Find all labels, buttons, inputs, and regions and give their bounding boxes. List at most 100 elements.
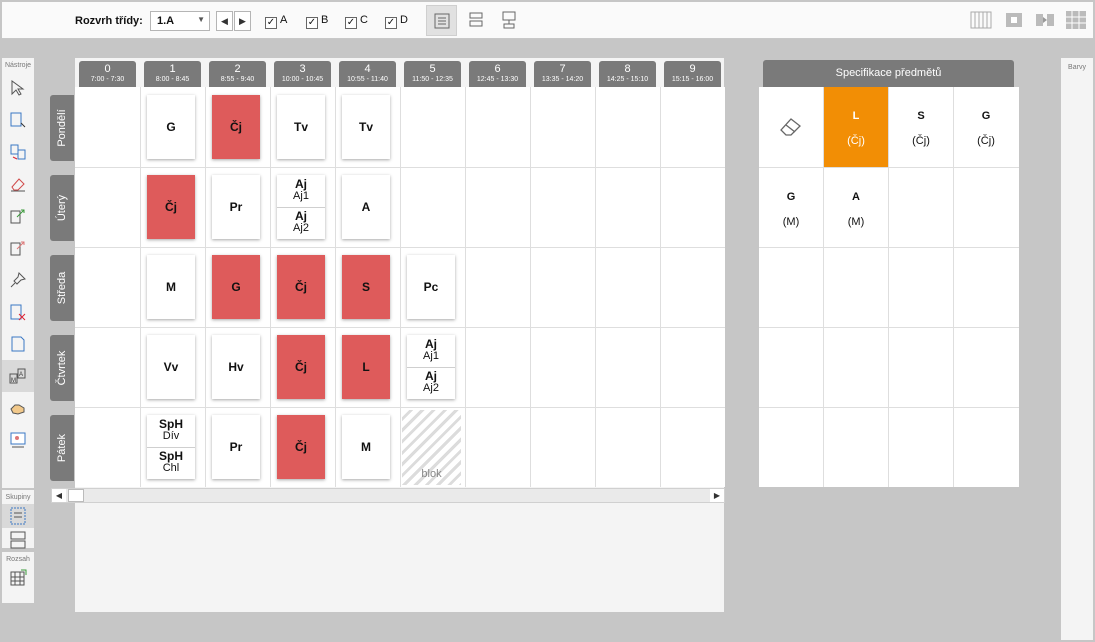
lesson-card-conflict[interactable]: Čj bbox=[277, 415, 325, 479]
split-lesson-card[interactable]: SpH Dív SpH Chl bbox=[147, 415, 195, 479]
move-card-icon bbox=[10, 112, 26, 128]
new-card-tool-button[interactable] bbox=[2, 328, 34, 360]
delete-card-tool-button[interactable] bbox=[2, 296, 34, 328]
transfer-icon[interactable] bbox=[1034, 10, 1056, 30]
eraser-icon bbox=[780, 118, 801, 136]
spec-item[interactable]: A (M) bbox=[824, 168, 888, 248]
split-lesson-card[interactable]: Aj Aj1 Aj Aj2 bbox=[407, 335, 455, 399]
day-header-tuesday: Úterý bbox=[50, 175, 74, 241]
lesson-card[interactable]: Vv bbox=[147, 335, 195, 399]
class-select[interactable]: 1.A ▼ bbox=[150, 11, 210, 31]
spec-eraser-button[interactable] bbox=[759, 87, 823, 167]
merge-icon[interactable] bbox=[1003, 10, 1025, 30]
split-lesson-card[interactable]: Aj Aj1 Aj Aj2 bbox=[277, 175, 325, 239]
cursor-icon bbox=[11, 80, 25, 96]
lesson-card[interactable]: M bbox=[342, 415, 390, 479]
prev-class-button[interactable]: ◀ bbox=[216, 11, 233, 31]
tools-section: Nástroje MA bbox=[2, 58, 34, 488]
groups-section-label: Skupiny bbox=[5, 494, 31, 501]
period-header-8: 8 14:25 - 15:10 bbox=[599, 61, 656, 87]
lesson-card-conflict[interactable]: Čj bbox=[147, 175, 195, 239]
view-list-button[interactable] bbox=[426, 5, 457, 36]
eraser-icon bbox=[11, 178, 25, 192]
checkmark-icon: ✓ bbox=[385, 17, 397, 29]
lesson-card[interactable]: G bbox=[147, 95, 195, 159]
view-groups-button[interactable] bbox=[461, 5, 492, 36]
assign-all-icon bbox=[10, 241, 25, 256]
range-grid-icon bbox=[10, 569, 27, 586]
spec-tool-button[interactable]: MA bbox=[2, 360, 34, 392]
lesson-card[interactable]: Pr bbox=[212, 415, 260, 479]
day-header-friday: Pátek bbox=[50, 415, 74, 481]
period-header-1: 1 8:00 - 8:45 bbox=[144, 61, 201, 87]
period-header-9: 9 15:15 - 16:00 bbox=[664, 61, 721, 87]
teacher-tool-button[interactable] bbox=[2, 424, 34, 456]
colors-panel-label: Barvy bbox=[1068, 64, 1086, 71]
scroll-left-button[interactable]: ◀ bbox=[52, 489, 66, 502]
group-b-checkbox[interactable]: ✓ B bbox=[306, 14, 328, 29]
swap-tool-button[interactable] bbox=[2, 136, 34, 168]
tools-panel: Nástroje MA Skupiny Rozsah bbox=[2, 58, 34, 603]
period-header-5: 5 11:50 - 12:35 bbox=[404, 61, 461, 87]
lesson-card-conflict[interactable]: Čj bbox=[277, 255, 325, 319]
groups-tool-button[interactable] bbox=[2, 504, 34, 528]
hand-tool-button[interactable] bbox=[2, 392, 34, 424]
lesson-card[interactable]: Tv bbox=[342, 95, 390, 159]
assign-all-tool-button[interactable] bbox=[2, 232, 34, 264]
day-header-wednesday: Středa bbox=[50, 255, 74, 321]
lesson-card[interactable]: A bbox=[342, 175, 390, 239]
period-header-6: 6 12:45 - 13:30 bbox=[469, 61, 526, 87]
lesson-card-conflict[interactable]: G bbox=[212, 255, 260, 319]
class-select-value: 1.A bbox=[157, 15, 175, 27]
lesson-card[interactable]: Pr bbox=[212, 175, 260, 239]
group-a-checkbox[interactable]: ✓ A bbox=[265, 14, 287, 29]
group-select-icon bbox=[10, 507, 26, 525]
assign-tool-button[interactable] bbox=[2, 200, 34, 232]
lesson-card[interactable]: Pc bbox=[407, 255, 455, 319]
lesson-card-conflict[interactable]: S bbox=[342, 255, 390, 319]
spec-item[interactable]: S (Čj) bbox=[889, 87, 953, 167]
erase-tool-button[interactable] bbox=[2, 168, 34, 200]
subject-spec-icon: MA bbox=[9, 368, 26, 384]
lesson-card[interactable]: Hv bbox=[212, 335, 260, 399]
select-tool-button[interactable] bbox=[2, 72, 34, 104]
chevron-down-icon: ▼ bbox=[197, 15, 205, 24]
lesson-card[interactable]: M bbox=[147, 255, 195, 319]
blocked-slot[interactable]: blok bbox=[402, 410, 461, 485]
scroll-right-button[interactable]: ▶ bbox=[710, 489, 724, 502]
list-view-icon bbox=[434, 13, 450, 29]
lesson-card-conflict[interactable]: L bbox=[342, 335, 390, 399]
groups-section: Skupiny bbox=[2, 490, 34, 549]
groups-split-tool-button[interactable] bbox=[2, 528, 34, 552]
spec-item[interactable]: G (M) bbox=[759, 168, 823, 248]
checkmark-icon: ✓ bbox=[306, 17, 318, 29]
day-header-monday: Pondělí bbox=[50, 95, 74, 161]
lesson-card-conflict[interactable]: Čj bbox=[277, 335, 325, 399]
view-split-button[interactable] bbox=[494, 5, 525, 36]
horizontal-scrollbar[interactable]: ◀ ▶ bbox=[51, 488, 725, 503]
lesson-card[interactable]: Tv bbox=[277, 95, 325, 159]
teacher-board-icon bbox=[10, 432, 26, 448]
move-tool-button[interactable] bbox=[2, 104, 34, 136]
pin-tool-button[interactable] bbox=[2, 264, 34, 296]
group-d-checkbox[interactable]: ✓ D bbox=[385, 14, 408, 29]
lesson-card-conflict[interactable]: Čj bbox=[212, 95, 260, 159]
columns-icon[interactable] bbox=[970, 10, 992, 30]
svg-text:A: A bbox=[19, 372, 23, 378]
period-header-3: 3 10:00 - 10:45 bbox=[274, 61, 331, 87]
next-class-button[interactable]: ▶ bbox=[234, 11, 251, 31]
spec-item[interactable]: G (Čj) bbox=[954, 87, 1018, 167]
class-schedule-label: Rozvrh třídy: bbox=[75, 15, 143, 27]
grid-icon[interactable] bbox=[1065, 10, 1087, 30]
day-header-thursday: Čtvrtek bbox=[50, 335, 74, 401]
tools-section-label: Nástroje bbox=[4, 62, 32, 69]
group-c-checkbox[interactable]: ✓ C bbox=[345, 14, 368, 29]
period-header-0: 0 7:00 - 7:30 bbox=[79, 61, 136, 87]
period-header-7: 7 13:35 - 14:20 bbox=[534, 61, 591, 87]
split-view-icon bbox=[502, 11, 516, 29]
scroll-thumb[interactable] bbox=[68, 489, 84, 502]
hand-icon bbox=[10, 404, 25, 415]
spec-item[interactable]: L (Čj) bbox=[824, 87, 888, 167]
range-tool-button[interactable] bbox=[2, 566, 34, 598]
svg-text:M: M bbox=[11, 378, 16, 384]
